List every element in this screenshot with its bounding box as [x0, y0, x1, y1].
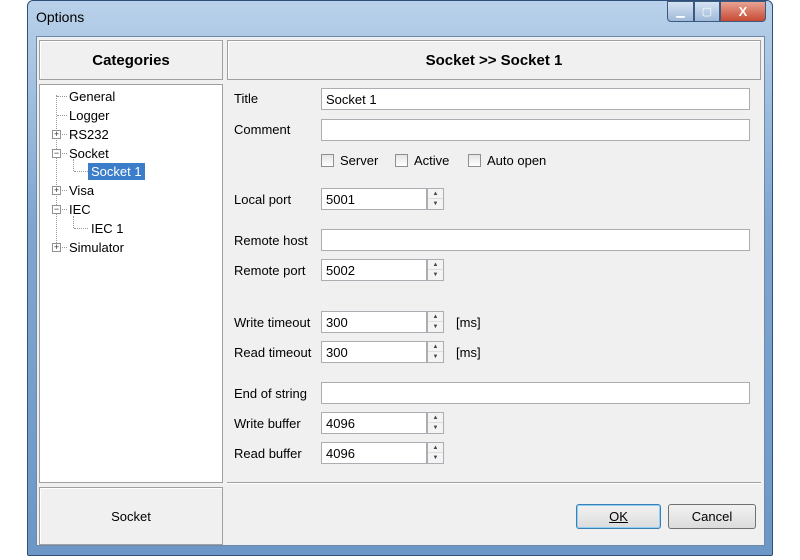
ok-button[interactable]: OK: [576, 504, 661, 529]
ok-label: OK: [609, 509, 628, 524]
categories-header: Categories: [39, 40, 223, 80]
spin-up-icon[interactable]: ▲: [428, 189, 443, 199]
auto-open-label: Auto open: [487, 153, 547, 168]
local-port-input[interactable]: 5001: [321, 188, 427, 210]
read-buffer-label: Read buffer: [234, 446, 302, 461]
spin-up-icon[interactable]: ▲: [428, 312, 443, 322]
tree-item-iec-1[interactable]: IEC 1: [91, 220, 124, 237]
spin-up-icon[interactable]: ▲: [428, 342, 443, 352]
maximize-icon[interactable]: ▢: [694, 1, 720, 22]
spin-down-icon[interactable]: ▼: [428, 453, 443, 463]
panel-header: Socket >> Socket 1: [227, 40, 761, 80]
remote-port-input[interactable]: 5002: [321, 259, 427, 281]
write-timeout-label: Write timeout: [234, 315, 311, 330]
tree-item-simulator[interactable]: Simulator: [69, 239, 124, 256]
active-label: Active: [414, 153, 450, 168]
local-port-label: Local port: [234, 192, 292, 207]
tree-item-rs232[interactable]: RS232: [69, 126, 109, 143]
remote-host-label: Remote host: [234, 233, 308, 248]
category-description: Socket: [39, 487, 223, 545]
remote-port-label: Remote port: [234, 263, 306, 278]
read-buffer-input[interactable]: 4096: [321, 442, 427, 464]
write-buffer-input[interactable]: 4096: [321, 412, 427, 434]
title-input[interactable]: Socket 1: [321, 88, 750, 110]
close-icon[interactable]: X: [720, 1, 766, 22]
read-timeout-input[interactable]: 300: [321, 341, 427, 363]
write-buffer-spinner[interactable]: ▲ ▼: [427, 412, 444, 434]
write-buffer-label: Write buffer: [234, 416, 301, 431]
read-timeout-unit: [ms]: [456, 345, 481, 360]
end-of-string-input[interactable]: [321, 382, 750, 404]
spin-down-icon[interactable]: ▼: [428, 423, 443, 433]
write-timeout-spinner[interactable]: ▲ ▼: [427, 311, 444, 333]
window-title: Options: [36, 9, 85, 25]
write-timeout-unit: [ms]: [456, 315, 481, 330]
cancel-label: Cancel: [691, 509, 733, 524]
tree-item-socket-1[interactable]: Socket 1: [88, 163, 145, 180]
spin-down-icon[interactable]: ▼: [428, 199, 443, 209]
read-timeout-label: Read timeout: [234, 345, 312, 360]
read-timeout-spinner[interactable]: ▲ ▼: [427, 341, 444, 363]
active-checkbox[interactable]: Active: [395, 153, 449, 168]
collapse-icon[interactable]: −: [52, 149, 61, 158]
comment-input[interactable]: [321, 119, 750, 141]
separator: [227, 482, 761, 484]
cancel-button[interactable]: Cancel: [668, 504, 756, 529]
spin-up-icon[interactable]: ▲: [428, 260, 443, 270]
expand-icon[interactable]: +: [52, 130, 61, 139]
spin-up-icon[interactable]: ▲: [428, 443, 443, 453]
spin-down-icon[interactable]: ▼: [428, 270, 443, 280]
expand-icon[interactable]: +: [52, 243, 61, 252]
minimize-icon[interactable]: ▁: [667, 1, 694, 22]
end-of-string-label: End of string: [234, 386, 307, 401]
spin-down-icon[interactable]: ▼: [428, 352, 443, 362]
title-label: Title: [234, 91, 259, 106]
spin-up-icon[interactable]: ▲: [428, 413, 443, 423]
write-timeout-input[interactable]: 300: [321, 311, 427, 333]
remote-port-spinner[interactable]: ▲ ▼: [427, 259, 444, 281]
read-buffer-spinner[interactable]: ▲ ▼: [427, 442, 444, 464]
auto-open-checkbox[interactable]: Auto open: [468, 153, 546, 168]
server-label: Server: [340, 153, 379, 168]
collapse-icon[interactable]: −: [52, 205, 61, 214]
expand-icon[interactable]: +: [52, 186, 61, 195]
tree-item-visa[interactable]: Visa: [69, 182, 94, 199]
categories-tree[interactable]: General Logger + RS232 − Socket Socket 1 +…: [39, 84, 223, 483]
comment-label: Comment: [234, 122, 291, 137]
tree-item-iec[interactable]: IEC: [69, 201, 91, 218]
tree-item-general[interactable]: General: [69, 88, 115, 105]
spin-down-icon[interactable]: ▼: [428, 322, 443, 332]
tree-item-logger[interactable]: Logger: [69, 107, 109, 124]
remote-host-input[interactable]: [321, 229, 750, 251]
tree-item-socket[interactable]: Socket: [69, 145, 109, 162]
server-checkbox[interactable]: Server: [321, 153, 378, 168]
local-port-spinner[interactable]: ▲ ▼: [427, 188, 444, 210]
